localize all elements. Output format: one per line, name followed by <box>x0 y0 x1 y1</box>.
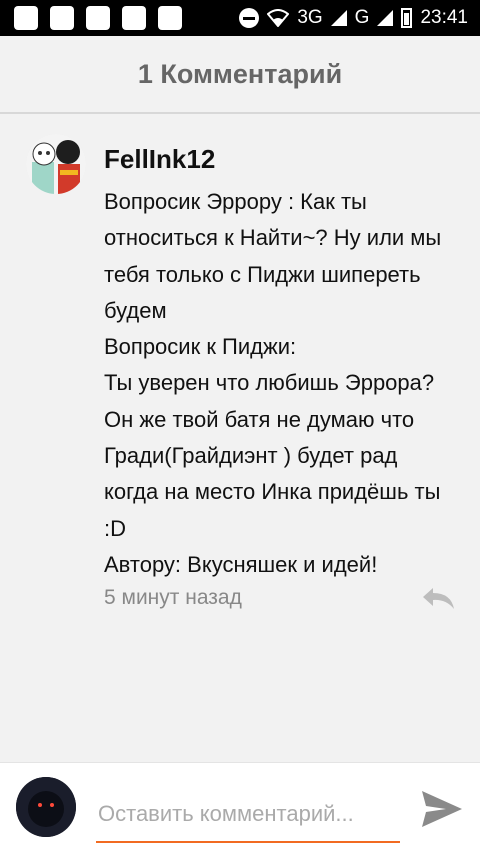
battery-icon <box>401 8 413 28</box>
app-notification-icon <box>122 6 146 30</box>
app-notification-icon <box>86 6 110 30</box>
comments-header: 1 Комментарий <box>0 36 480 114</box>
notification-icons <box>14 6 182 30</box>
do-not-disturb-icon <box>239 8 260 28</box>
comment-text: Вопросик Эррору : Как ты относиться к На… <box>104 189 442 577</box>
comment-timestamp: 5 минут назад <box>104 586 242 609</box>
status-time: 23:41 <box>420 7 468 28</box>
comment-composer <box>0 762 480 855</box>
avatar-illustration <box>16 777 76 837</box>
comment-username[interactable]: FellInk12 <box>104 144 215 175</box>
app-notification-icon <box>50 6 74 30</box>
network-type-1: 3G <box>297 7 323 28</box>
message-notification-icon <box>14 6 38 30</box>
reply-icon[interactable] <box>420 584 456 612</box>
status-bar: 3G G 23:41 <box>0 0 480 36</box>
network-type-2: G <box>354 7 370 28</box>
app-notification-icon <box>158 6 182 30</box>
send-icon[interactable] <box>418 787 464 831</box>
signal-icon <box>330 10 347 26</box>
comment-input[interactable] <box>96 787 400 843</box>
page-title: 1 Комментарий <box>137 58 343 89</box>
current-user-avatar[interactable] <box>16 777 76 837</box>
signal-icon <box>377 10 394 26</box>
avatar-illustration <box>26 134 86 194</box>
user-avatar[interactable] <box>26 134 86 194</box>
wifi-icon <box>267 9 290 27</box>
system-icons: 3G G 23:41 <box>239 0 468 36</box>
